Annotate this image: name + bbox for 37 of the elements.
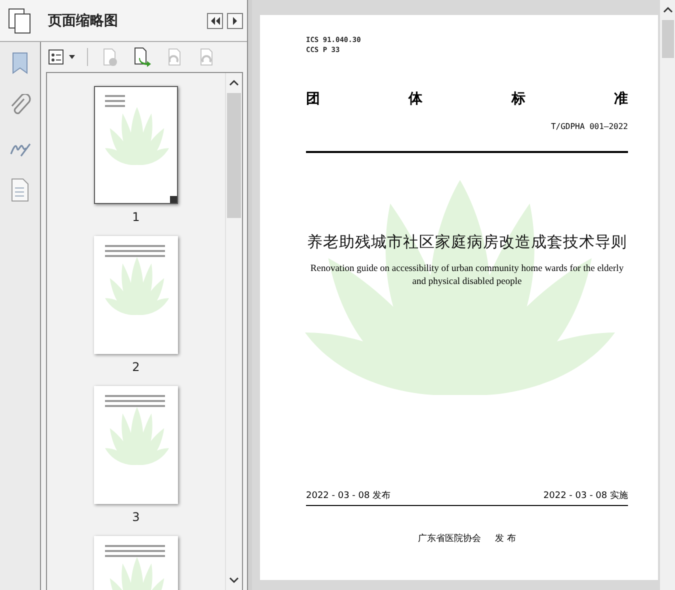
effective-date: 2022 - 03 - 08 实施 bbox=[543, 490, 628, 502]
scrollbar-thumb[interactable] bbox=[662, 20, 674, 58]
document-icon[interactable] bbox=[9, 178, 31, 202]
heading-character: 标 bbox=[511, 90, 526, 108]
double-left-arrow-icon bbox=[210, 16, 220, 24]
insert-page-icon bbox=[132, 47, 152, 67]
scroll-up-icon[interactable] bbox=[662, 6, 672, 14]
right-arrow-icon bbox=[232, 16, 238, 24]
lotus-watermark-drawing bbox=[105, 407, 169, 465]
standard-number: T/GDPHA 001—2022 bbox=[550, 122, 628, 131]
page-number: 3 bbox=[132, 510, 140, 524]
lotus-watermark-drawing bbox=[105, 257, 169, 315]
publish-date: 2022 - 03 - 08 发布 bbox=[306, 490, 391, 502]
page-number: 1 bbox=[132, 210, 140, 224]
chinese-title: 养老助残城市社区家庭病房改造成套技术导则 bbox=[306, 232, 628, 252]
insert-tool-button[interactable] bbox=[132, 47, 152, 67]
english-title: Renovation guide on accessibility of urban community home wards for the elderly and physical disabled people bbox=[309, 262, 625, 288]
scrollbar-thumb[interactable] bbox=[227, 93, 241, 218]
heading-character: 体 bbox=[408, 90, 423, 108]
heading-character: 团 bbox=[306, 90, 320, 108]
scrollbar[interactable] bbox=[225, 73, 242, 590]
panel-title: 页面缩略图 bbox=[48, 12, 119, 30]
lotus-watermark-drawing bbox=[105, 107, 169, 165]
publisher: 广东省医院协会 bbox=[418, 532, 482, 545]
scroll-down-icon[interactable] bbox=[229, 576, 239, 584]
next-button[interactable] bbox=[227, 12, 243, 28]
heading-character: 准 bbox=[614, 90, 628, 108]
scrollbar[interactable] bbox=[660, 0, 675, 590]
page-number: 2 bbox=[132, 360, 140, 374]
publisher-action: 发 布 bbox=[495, 532, 516, 545]
page-thumbnail[interactable] bbox=[94, 86, 178, 204]
caret-icon bbox=[69, 55, 75, 59]
current-page-marker bbox=[170, 196, 177, 203]
scroll-up-icon[interactable] bbox=[229, 79, 239, 87]
pages-icon bbox=[8, 8, 32, 34]
options-tool-button[interactable] bbox=[47, 47, 75, 67]
collapse-panel-button[interactable] bbox=[207, 12, 223, 28]
